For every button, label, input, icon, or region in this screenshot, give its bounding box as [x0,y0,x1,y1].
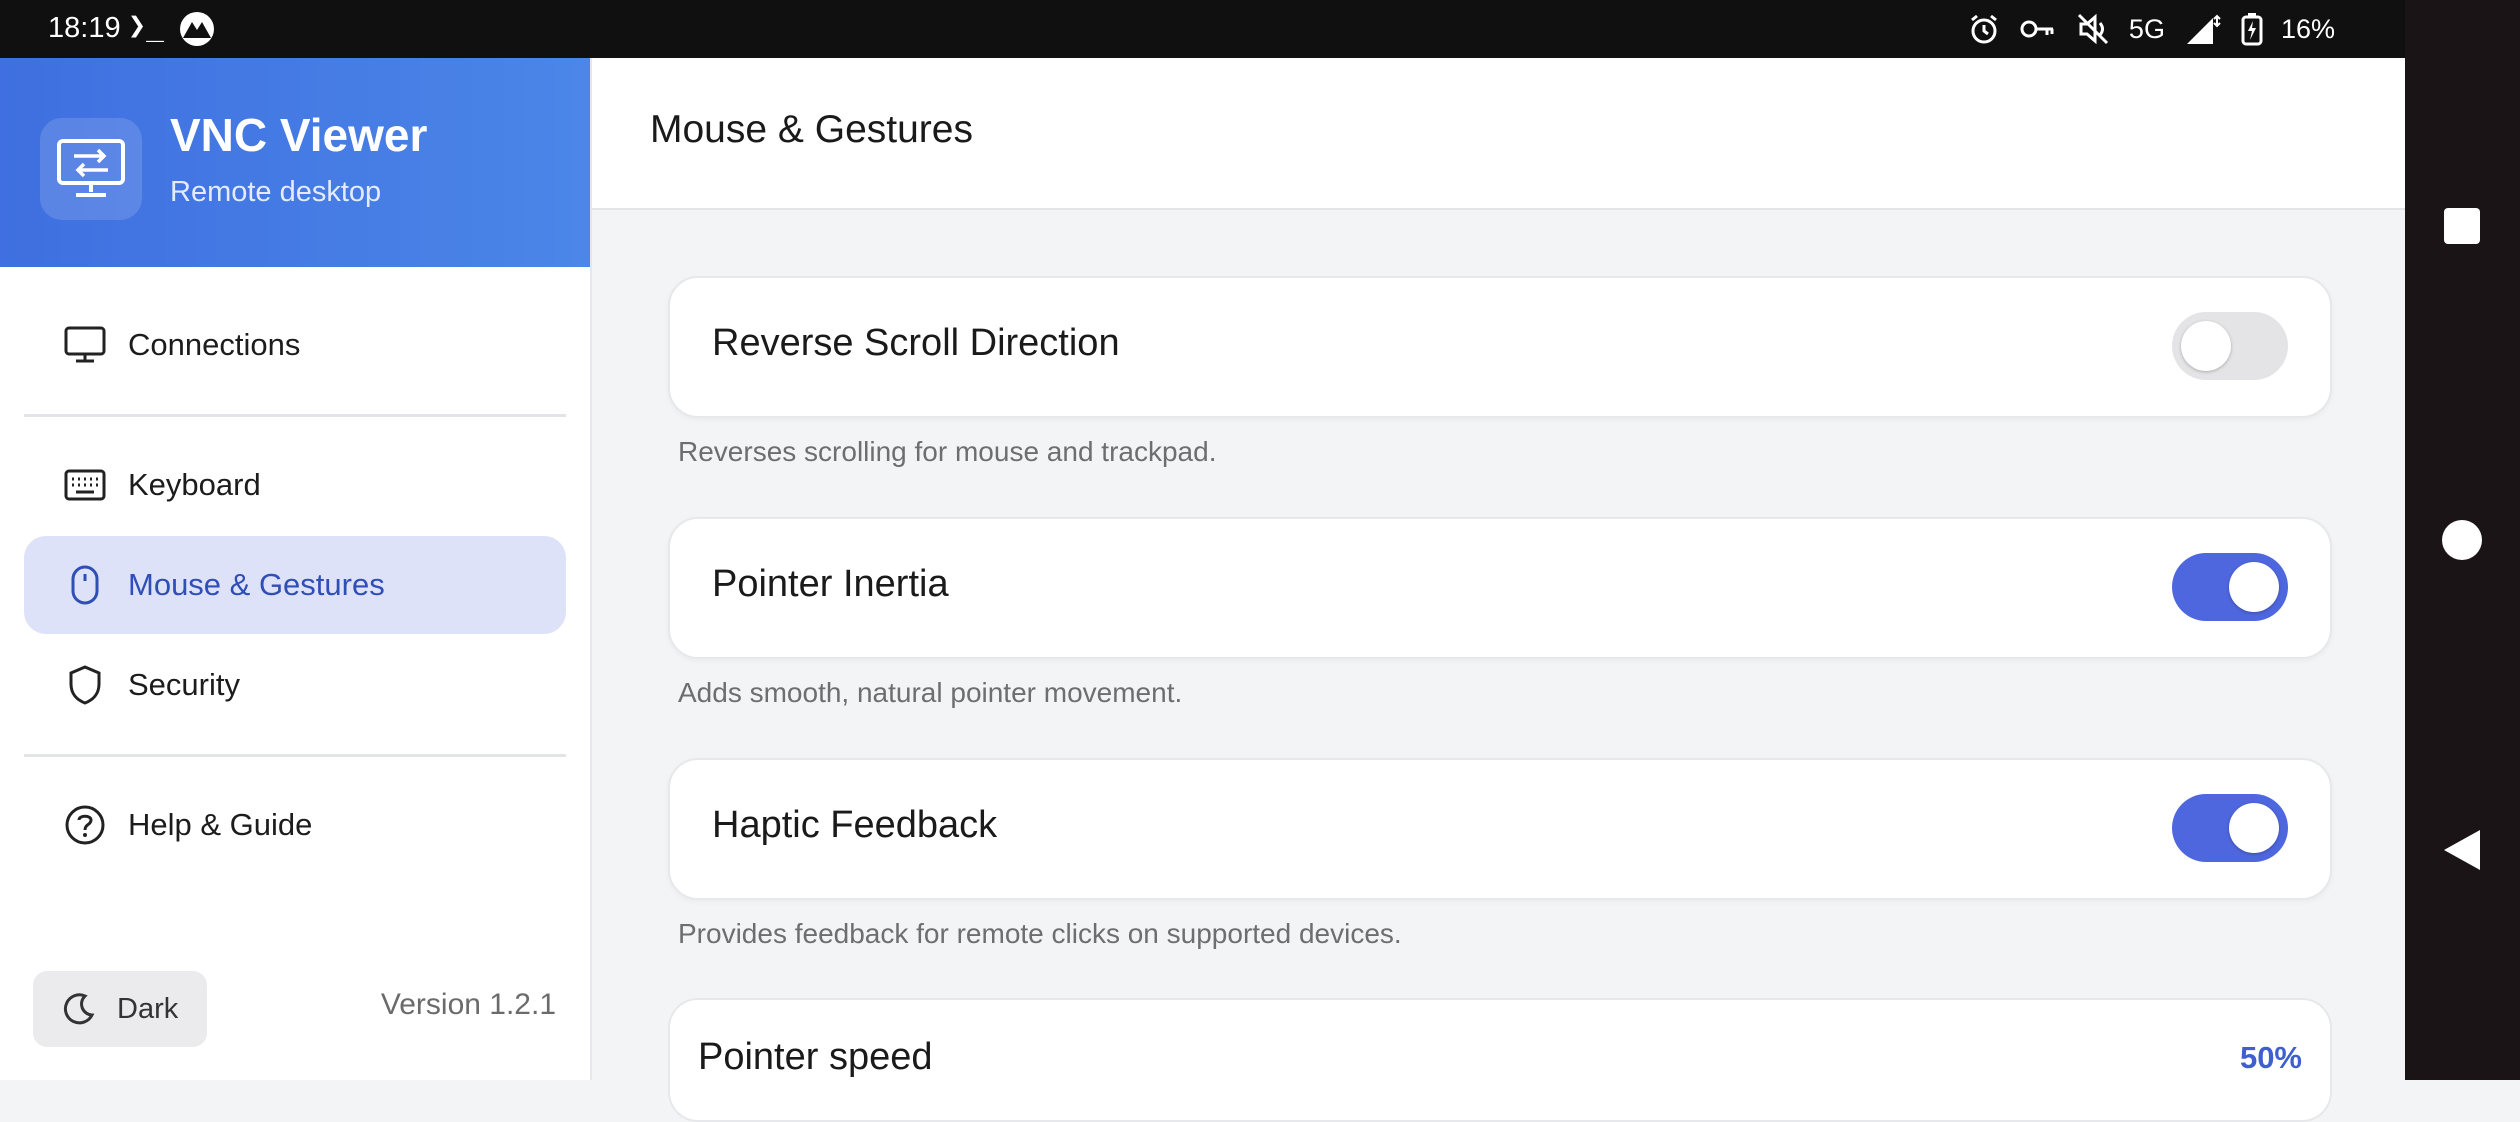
terminal-icon: ❯_ [128,8,165,43]
setting-pointer-inertia: Pointer Inertia [668,517,2332,659]
signal-icon [2186,14,2221,44]
reverse-scroll-toggle[interactable] [2172,312,2288,380]
battery-level: 16% [2280,13,2335,44]
shield-icon [60,660,110,710]
alarm-icon [1970,14,1997,44]
setting-description: Adds smooth, natural pointer movement. [678,677,1183,708]
remote-desktop-logo-icon [40,118,142,220]
sidebar: VNC Viewer Remote desktop Connections Ke… [0,58,592,1080]
sidebar-item-label: Connections [128,327,301,362]
pointer-speed-label: Pointer speed [698,1036,933,1078]
theme-toggle-button[interactable]: Dark [33,971,207,1047]
monitor-icon [60,320,110,370]
vpn-key-icon [2020,20,2054,38]
app-header: VNC Viewer Remote desktop [0,58,590,267]
setting-description: Provides feedback for remote clicks on s… [678,918,1402,949]
sidebar-item-keyboard[interactable]: Keyboard [24,436,566,534]
setting-title: Reverse Scroll Direction [712,322,1120,364]
app-title: VNC Viewer [170,109,428,161]
mute-icon [2077,13,2108,45]
sidebar-item-security[interactable]: Security [24,636,566,734]
version-label: Version 1.2.1 [380,988,556,1021]
setting-pointer-speed: Pointer speed 50% [668,998,2332,1122]
mouse-icon [60,560,110,610]
sidebar-item-label: Security [128,667,240,702]
sidebar-item-label: Help & Guide [128,807,313,842]
recents-button-icon[interactable] [2440,204,2484,248]
system-nav-bar [2405,0,2520,1080]
sidebar-divider [24,754,566,757]
setting-title: Pointer Inertia [712,563,949,605]
page-title: Mouse & Gestures [650,108,973,151]
sidebar-item-mouse-gestures[interactable]: Mouse & Gestures [24,536,566,634]
battery-charging-icon [2241,13,2263,46]
setting-haptic-feedback: Haptic Feedback [668,758,2332,900]
status-bar: 18:19 ❯_ 5G 16% [0,0,2405,58]
status-icons: 5G 16% [1967,10,2335,48]
sidebar-item-label: Keyboard [128,467,261,502]
status-time: 18:19 [48,12,121,44]
setting-reverse-scroll: Reverse Scroll Direction [668,276,2332,418]
pointer-speed-value: 50% [2239,1040,2302,1075]
keyboard-icon [60,460,110,510]
setting-description: Reverses scrolling for mouse and trackpa… [678,436,1217,467]
pointer-inertia-toggle[interactable] [2172,553,2288,621]
setting-title: Haptic Feedback [712,804,998,846]
app-notification-icon [180,12,214,46]
haptic-feedback-toggle[interactable] [2172,794,2288,862]
toggle-knob [2229,803,2279,853]
theme-label: Dark [117,992,179,1025]
app-subtitle: Remote desktop [170,176,382,208]
home-button-icon[interactable] [2440,518,2484,562]
sidebar-divider [24,414,566,417]
network-type: 5G [2128,13,2165,44]
moon-icon [61,989,101,1029]
page-header: Mouse & Gestures [592,58,2405,210]
sidebar-item-label: Mouse & Gestures [128,567,385,602]
help-icon [60,800,110,850]
toggle-knob [2181,321,2231,371]
toggle-knob [2229,562,2279,612]
sidebar-item-connections[interactable]: Connections [24,296,566,394]
sidebar-item-help-guide[interactable]: Help & Guide [24,776,566,874]
back-button-icon[interactable] [2440,828,2484,872]
